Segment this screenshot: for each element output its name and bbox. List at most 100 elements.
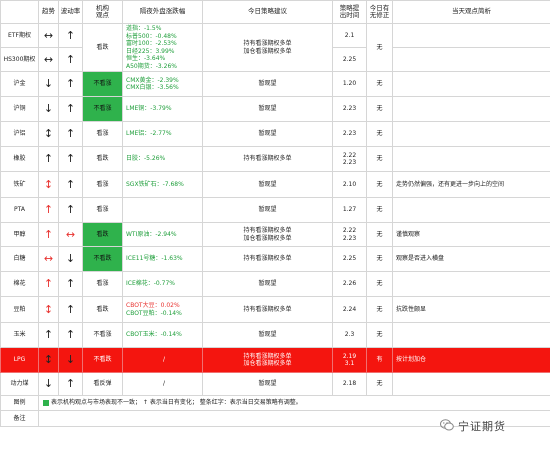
legend-label: 图例 bbox=[0, 395, 39, 411]
table-row: 动力煤 ↓ ↑ 看反弹 / 暂观望 2.18 无 bbox=[0, 372, 550, 396]
trend-arrow-icon: ↑ bbox=[38, 197, 59, 223]
trend-arrow-icon: ↕ bbox=[38, 296, 59, 323]
overnight-change-line: SGX铁矿石：-7.68% bbox=[126, 180, 184, 188]
table-row: 棉花 ↑ ↑ 看涨 ICE棉花：-0.77% 暂观望 2.26 无 bbox=[0, 271, 550, 297]
table-row: 豆粕 ↕ ↑ 看跌 CBOT大豆：0.02% CBOT豆粕：-0.14% 持有看涨期权多单 2… bbox=[0, 296, 550, 323]
strategy-time-line: 1.27 bbox=[342, 206, 357, 214]
overnight-change: CBOT玉米：-0.14% bbox=[122, 322, 203, 348]
daily-view: 按计划加仓 bbox=[392, 347, 550, 373]
strategy-time: 2.3 bbox=[332, 322, 367, 348]
strategy-suggestion: 暂观望 bbox=[202, 121, 333, 147]
trend-arrow-icon: ↕ bbox=[38, 171, 59, 198]
table-row: 沪铜 ↓ ↑ 不看涨 LME铜：-3.79% 暂观望 2.23 无 bbox=[0, 96, 550, 122]
strategy-time: 2.22 2.23 bbox=[332, 146, 367, 172]
header-view: 当天观点简析 bbox=[392, 0, 550, 24]
overnight-change-line: WTI原油：-2.94% bbox=[126, 230, 177, 238]
institution-view: 不看涨 bbox=[82, 71, 123, 97]
revision-status: 无 bbox=[366, 71, 393, 97]
strategy-suggestion-line: 持有看涨期权多单 bbox=[243, 305, 292, 313]
trend-arrow-icon: ↑ bbox=[38, 222, 59, 247]
strategy-time-line: 2.23 bbox=[342, 130, 357, 138]
strategy-time: 2.26 bbox=[332, 271, 367, 297]
institution-view: 看涨 bbox=[82, 271, 123, 297]
revision-status: 无 bbox=[366, 296, 393, 323]
strategy-suggestion: 持有看涨期权多单 加仓看涨期权多单 bbox=[202, 23, 333, 72]
revision-status: 无 bbox=[366, 96, 393, 122]
overnight-change-line: 道指：-1.5% bbox=[126, 25, 162, 32]
table-row: 甲醇 ↑ ↔ 看跌 WTI原油：-2.94% 持有看涨期权多单 加仓看涨期权多单 2.22 2.… bbox=[0, 222, 550, 247]
header-trend: 趋势 bbox=[38, 0, 59, 24]
revision-status: 无 bbox=[366, 246, 393, 272]
volatility-arrow-icon: ↓ bbox=[58, 347, 83, 373]
strategy-time-line: 2.25 bbox=[342, 255, 357, 263]
overnight-change: LME铝：-2.77% bbox=[122, 121, 203, 147]
header-time: 策略提 出时间 bbox=[332, 0, 367, 24]
table-row: 沪铝 ↕ ↑ 看涨 LME铝：-2.77% 暂观望 2.23 无 bbox=[0, 121, 550, 147]
institution-view: 看涨 bbox=[82, 197, 123, 223]
row-name: ETF期权 bbox=[0, 23, 39, 48]
overnight-change: WTI原油：-2.94% bbox=[122, 222, 203, 247]
strategy-suggestion: 暂观望 bbox=[202, 271, 333, 297]
strategy-suggestion: 持有看涨期权多单 bbox=[202, 146, 333, 172]
overnight-change-line: CBOT大豆：0.02% bbox=[126, 302, 180, 309]
row-name: 橡胶 bbox=[0, 146, 39, 172]
overnight-change: 日胶：-5.26% bbox=[122, 146, 203, 172]
legend-description: 表示机构观点与市场表现不一致； ↑ 表示当日有变化； 整条红字：表示当日交易策略… bbox=[51, 399, 302, 407]
daily-view bbox=[392, 71, 550, 97]
institution-view: 不看跌 bbox=[82, 246, 123, 272]
watermark: 宁证期货 bbox=[440, 416, 540, 434]
notes-label: 备注 bbox=[0, 410, 39, 427]
strategy-time-line: 2.19 bbox=[342, 352, 357, 360]
strategy-time-line: 2.25 bbox=[342, 55, 357, 63]
strategy-time: 2.1 bbox=[332, 23, 367, 48]
header-institution-view: 机构 观点 bbox=[82, 0, 123, 24]
daily-view-line: 按计划加仓 bbox=[396, 356, 427, 364]
header-overnight-change: 隔夜外盘涨跌幅 bbox=[122, 0, 203, 24]
row-name: 沪金 bbox=[0, 71, 39, 97]
trend-arrow-icon: ↑ bbox=[38, 146, 59, 172]
table-row: LPG ↕ ↓ 不看跌 / 持有看涨期权多单 加仓看涨期权多单 2.19 3.1 有按计划加仓 bbox=[0, 347, 550, 373]
overnight-change: LME铜：-3.79% bbox=[122, 96, 203, 122]
trend-arrow-icon: ↑ bbox=[38, 271, 59, 297]
strategy-suggestion-line: 持有看涨期权多单 bbox=[243, 255, 292, 263]
overnight-change-line: 富时100：-2.53% bbox=[126, 40, 177, 47]
row-name: 沪铜 bbox=[0, 96, 39, 122]
overnight-change-line: CBOT豆粕：-0.14% bbox=[126, 309, 182, 317]
volatility-arrow-icon: ↑ bbox=[58, 197, 83, 223]
institution-view: 看涨 bbox=[82, 171, 123, 198]
strategy-time: 2.25 bbox=[332, 246, 367, 272]
volatility-arrow-icon: ↑ bbox=[58, 271, 83, 297]
daily-view bbox=[392, 96, 550, 122]
revision-status: 无 bbox=[366, 372, 393, 396]
header-name bbox=[0, 0, 39, 24]
overnight-change: / bbox=[122, 372, 203, 396]
strategy-suggestion-line: 持有看涨期权多单 bbox=[243, 352, 292, 360]
strategy-suggestion-line: 暂观望 bbox=[258, 280, 277, 288]
overnight-change-line: LME铝：-2.77% bbox=[126, 130, 172, 138]
strategy-time: 2.18 bbox=[332, 372, 367, 396]
strategy-suggestion-line: 持有看涨期权多单 bbox=[243, 40, 292, 47]
revision-status: 无 bbox=[366, 23, 393, 72]
overnight-change-line: / bbox=[162, 356, 166, 364]
strategy-suggestion-line: 暂观望 bbox=[258, 80, 277, 88]
trend-arrow-icon: ↑ bbox=[38, 322, 59, 348]
overnight-change: ICE棉花：-0.77% bbox=[122, 271, 203, 297]
institution-view: 看跌 bbox=[82, 296, 123, 323]
overnight-change-line: 日经225：3.99% bbox=[126, 47, 175, 55]
strategy-suggestion-line: 暂观望 bbox=[258, 180, 277, 188]
row-name: 甲醇 bbox=[0, 222, 39, 247]
trend-arrow-icon: ↓ bbox=[38, 372, 59, 396]
table-row: ETF期权 ↔ ↑ 看跌 道指：-1.5% 标普500：-0.48% 富时100：-2.53… bbox=[0, 23, 550, 72]
overnight-change-line: ICE11号糖：-1.63% bbox=[126, 255, 183, 263]
overnight-change: 道指：-1.5% 标普500：-0.48% 富时100：-2.53% 日经225：3.… bbox=[122, 23, 203, 72]
volatility-arrow-icon: ↔ bbox=[58, 222, 83, 247]
institution-view: 看跌 bbox=[82, 23, 123, 72]
strategy-suggestion-line: 暂观望 bbox=[258, 380, 277, 388]
revision-status: 无 bbox=[366, 197, 393, 223]
volatility-arrow-icon: ↑ bbox=[58, 23, 83, 48]
strategy-time: 2.22 2.23 bbox=[332, 222, 367, 247]
strategy-time-line: 2.18 bbox=[342, 380, 357, 388]
trend-arrow-icon: ↔ bbox=[38, 47, 59, 72]
overnight-change: CMX黄金：-2.39% CMX白银：-3.56% bbox=[122, 71, 203, 97]
strategy-suggestion: 暂观望 bbox=[202, 372, 333, 396]
